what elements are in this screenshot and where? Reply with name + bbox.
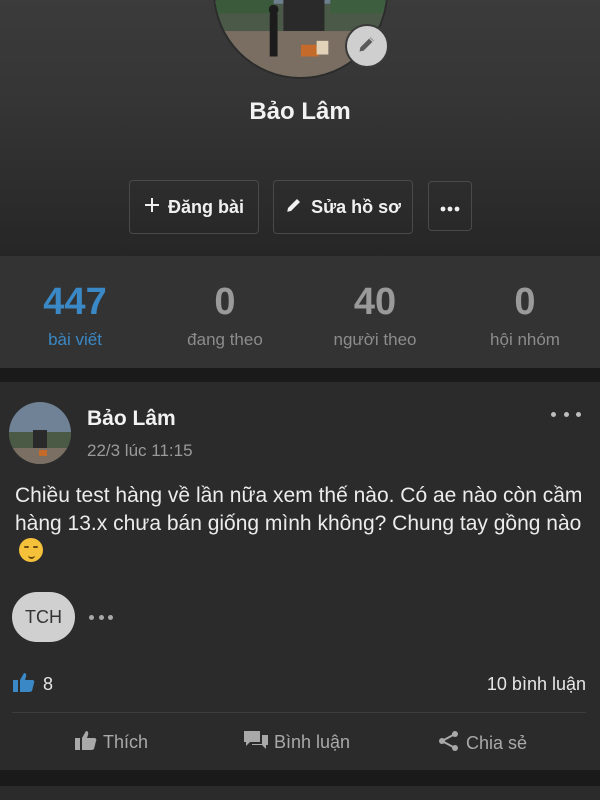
post-action-bar: Thích Bình luận Chia sẻ	[0, 724, 600, 764]
post-timestamp: 22/3 lúc 11:15	[87, 441, 193, 460]
stat-groups[interactable]: 0 hội nhóm	[450, 256, 600, 368]
post-card: Bảo Lâm 22/3 lúc 11:15 Chiều test hàng v…	[0, 382, 600, 770]
thumbs-up-icon	[13, 672, 35, 697]
like-summary[interactable]: 8	[13, 672, 53, 697]
post-author-avatar[interactable]	[9, 402, 71, 464]
profile-name: Bảo Lâm	[249, 98, 351, 125]
comment-button[interactable]: Bình luận	[244, 730, 350, 755]
profile-stats: 447 bài viết 0 đang theo 40 người theo 0…	[0, 256, 600, 368]
stat-posts[interactable]: 447 bài viết	[0, 256, 150, 368]
comment-count[interactable]: 10 bình luận	[487, 674, 586, 695]
tag-more-button[interactable]	[89, 607, 113, 627]
profile-header: Bảo Lâm Đăng bài Sửa hồ sơ	[0, 0, 600, 256]
dot	[563, 411, 569, 417]
dot	[108, 614, 113, 620]
avatar-image	[9, 402, 71, 464]
dot	[89, 614, 94, 620]
stat-label: đang theo	[187, 330, 263, 349]
post-body: Chiều test hàng về lần nữa xem thế nào. …	[15, 482, 590, 566]
more-horizontal-icon	[440, 196, 460, 217]
stat-value: 0	[214, 281, 236, 323]
stat-followers[interactable]: 40 người theo	[300, 256, 450, 368]
stat-value: 447	[43, 281, 107, 323]
edit-profile-label: Sửa hồ sơ	[311, 196, 401, 217]
post-options-button[interactable]	[551, 404, 581, 424]
like-count: 8	[43, 674, 54, 694]
plus-icon	[144, 197, 160, 218]
smiling-face-emoji-icon	[19, 538, 43, 562]
create-post-button[interactable]: Đăng bài	[129, 180, 259, 234]
edit-profile-button[interactable]: Sửa hồ sơ	[273, 180, 413, 234]
like-label: Thích	[103, 732, 149, 752]
pencil-icon	[285, 196, 303, 219]
stat-following[interactable]: 0 đang theo	[150, 256, 300, 368]
share-button[interactable]: Chia sẻ	[438, 730, 527, 757]
create-post-label: Đăng bài	[167, 196, 244, 217]
profile-more-button[interactable]	[428, 181, 472, 231]
stat-value: 40	[353, 281, 397, 323]
like-button[interactable]: Thích	[75, 730, 148, 755]
stat-label: người theo	[333, 330, 417, 349]
dot	[551, 411, 556, 417]
tag-chip[interactable]: TCH	[12, 592, 75, 642]
feed-separator	[0, 770, 600, 800]
share-label: Chia sẻ	[466, 733, 528, 753]
dot	[98, 614, 104, 620]
edit-avatar-button[interactable]	[345, 24, 389, 68]
stat-label: hội nhóm	[490, 330, 560, 349]
pencil-icon	[357, 34, 377, 59]
post-author-name[interactable]: Bảo Lâm	[87, 407, 176, 431]
share-icon	[438, 730, 460, 757]
comment-label: Bình luận	[274, 732, 351, 752]
stat-value: 0	[514, 281, 536, 323]
thumbs-up-icon	[75, 730, 97, 755]
dot	[576, 411, 581, 417]
post-text: Chiều test hàng về lần nữa xem thế nào. …	[15, 484, 583, 535]
next-post-card	[0, 786, 600, 800]
divider	[12, 712, 586, 713]
stat-label: bài viết	[48, 330, 102, 349]
comment-icon	[244, 730, 268, 755]
